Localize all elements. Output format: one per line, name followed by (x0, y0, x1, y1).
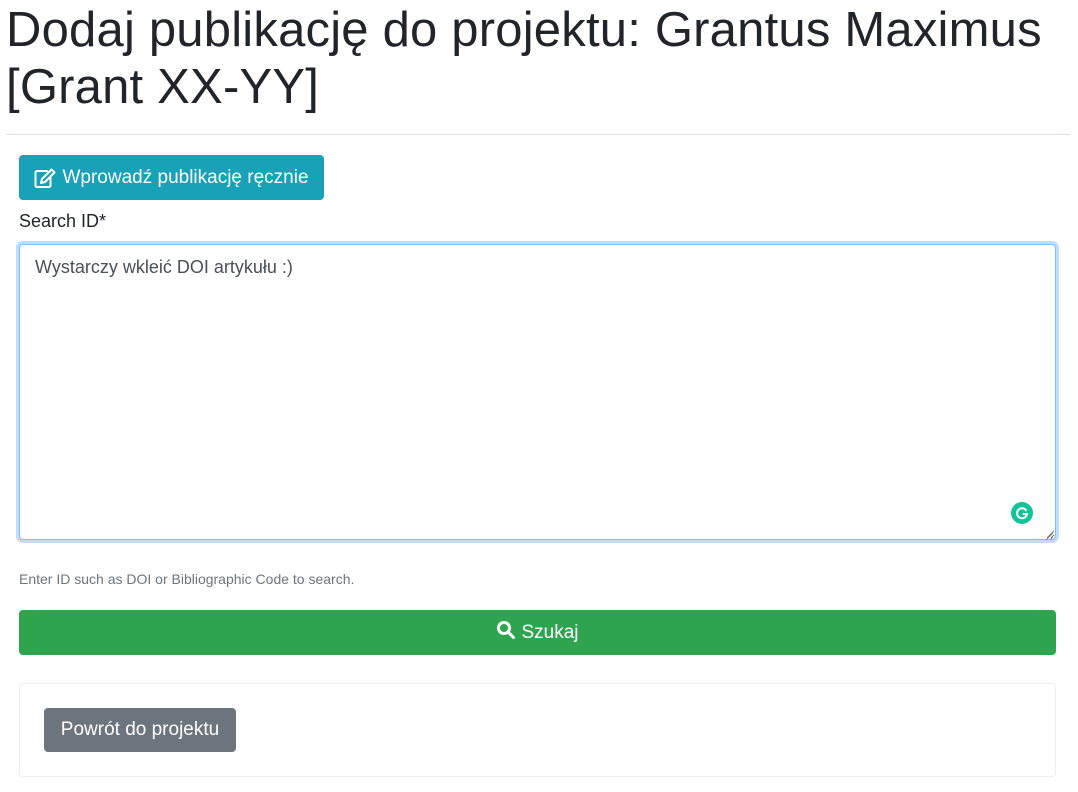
search-button[interactable]: Szukaj (19, 610, 1056, 655)
edit-icon (34, 168, 56, 188)
page: Dodaj publikację do projektu: Grantus Ma… (0, 0, 1078, 792)
search-id-label: Search ID* (19, 211, 107, 231)
search-help-text: Enter ID such as DOI or Bibliographic Co… (19, 571, 355, 587)
title-divider (6, 134, 1070, 135)
manual-entry-label: Wprowadź publikację ręcznie (62, 166, 309, 188)
page-title: Dodaj publikację do projektu: Grantus Ma… (6, 3, 1042, 114)
manual-entry-button[interactable]: Wprowadź publikację ręcznie (19, 155, 324, 200)
search-button-label: Szukaj (521, 621, 579, 643)
grammarly-icon[interactable] (1011, 502, 1033, 524)
search-icon (496, 620, 516, 646)
textarea-resize-handle[interactable] (1044, 528, 1054, 541)
back-to-project-button[interactable]: Powrót do projektu (44, 708, 236, 752)
search-id-textarea[interactable] (19, 244, 1056, 540)
